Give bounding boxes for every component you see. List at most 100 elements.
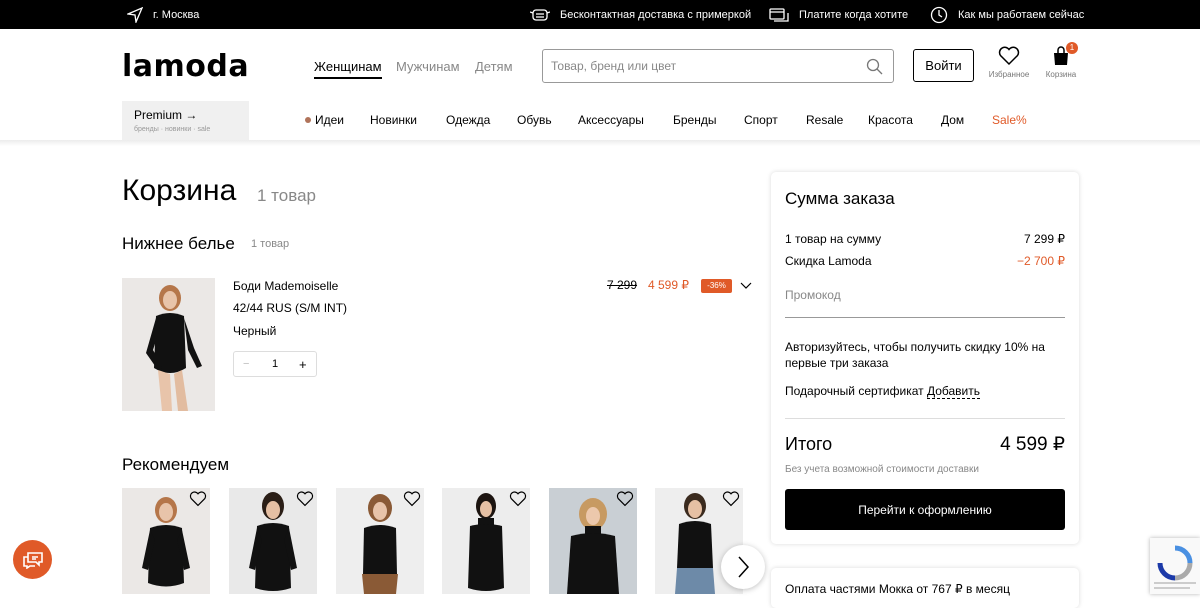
product-size: 42/44 RUS (S/M INT) <box>233 301 348 315</box>
heart-icon[interactable] <box>403 491 421 507</box>
gift-label: Подарочный сертификат <box>785 384 924 398</box>
promo-code-input[interactable]: Промокод <box>785 288 1065 318</box>
product-photo <box>122 278 215 411</box>
nav-ideas-label: Идеи <box>315 113 345 127</box>
section-item-count: 1 товар <box>251 238 290 250</box>
how-label: Как мы работаем сейчас <box>958 8 1085 21</box>
favorites-label: Избранное <box>988 70 1030 79</box>
recommend-card[interactable] <box>442 488 530 594</box>
recommend-card[interactable] <box>122 488 210 594</box>
search-placeholder: Товар, бренд или цвет <box>551 59 677 73</box>
summary-items-row: 1 товар на сумму 7 299 ₽ <box>785 232 1065 246</box>
product-color: Черный <box>233 324 277 338</box>
heart-icon[interactable] <box>509 491 527 507</box>
cart-button[interactable]: Корзина 1 <box>1036 42 1086 79</box>
recaptcha-badge[interactable] <box>1150 538 1200 594</box>
carousel-next-button[interactable] <box>721 545 765 589</box>
chat-button[interactable] <box>13 540 52 579</box>
nav-item-resale[interactable]: Resale <box>806 113 843 127</box>
mokka-panel[interactable]: Оплата частями Мокка от 767 ₽ в месяц <box>771 568 1079 608</box>
total-value: 4 599 ₽ <box>1000 434 1065 455</box>
chevron-down-icon[interactable] <box>740 282 752 290</box>
cart-count-badge: 1 <box>1066 42 1078 54</box>
delivery-info[interactable]: Бесконтактная доставка с примеркой <box>530 0 751 29</box>
nav-item-clothes[interactable]: Одежда <box>446 113 490 127</box>
divider <box>785 418 1065 419</box>
chat-icon <box>22 551 43 569</box>
favorites-button[interactable]: Избранное <box>984 46 1034 79</box>
items-value: 7 299 ₽ <box>1024 232 1065 246</box>
nav-item-brands[interactable]: Бренды <box>673 113 716 127</box>
logo[interactable]: lamoda <box>122 49 249 84</box>
recaptcha-icon <box>1154 545 1196 589</box>
discount-label: Скидка Lamoda <box>785 254 872 268</box>
items-label: 1 товар на сумму <box>785 232 882 246</box>
header-shadow <box>0 140 1200 146</box>
premium-subtitle: бренды · новинки · sale <box>134 126 211 133</box>
heart-icon <box>998 46 1020 66</box>
clock-icon <box>930 6 948 23</box>
nav-item-accessories[interactable]: Аксессуары <box>578 113 644 127</box>
nav-item-sale[interactable]: Sale% <box>992 113 1027 127</box>
city-selector[interactable]: г. Москва <box>127 0 199 29</box>
premium-title: Premium → <box>134 108 198 122</box>
auth-promo-text: Авторизуйтесь, чтобы получить скидку 10%… <box>785 340 1045 370</box>
nav-item-shoes[interactable]: Обувь <box>517 113 552 127</box>
nav-item-ideas[interactable]: Идеи <box>305 113 344 127</box>
heart-icon[interactable] <box>616 491 634 507</box>
recommend-card[interactable] <box>336 488 424 594</box>
premium-banner[interactable]: Premium → бренды · новинки · sale <box>122 101 249 141</box>
city-label: г. Москва <box>153 8 200 21</box>
delivery-note: Без учета возможной стоимости доставки <box>785 464 979 475</box>
discount-badge: -36% <box>701 279 732 293</box>
pay-info[interactable]: Платите когда хотите <box>769 0 908 29</box>
section-title: Нижнее белье <box>122 234 235 253</box>
recommend-title: Рекомендуем <box>122 455 230 474</box>
ideas-dot-icon <box>305 117 311 123</box>
plus-button[interactable]: + <box>299 357 307 372</box>
order-summary-panel: Сумма заказа 1 товар на сумму 7 299 ₽ Ск… <box>771 172 1079 544</box>
search-input[interactable]: Товар, бренд или цвет <box>542 49 894 83</box>
header: lamoda Женщинам Мужчинам Детям Товар, бр… <box>0 29 1200 141</box>
nav-item-home[interactable]: Дом <box>941 113 964 127</box>
payment-icon <box>769 7 789 22</box>
page-item-count: 1 товар <box>257 186 316 205</box>
top-bar: г. Москва Бесконтактная доставка с приме… <box>0 0 1200 29</box>
gift-add-link[interactable]: Добавить <box>926 384 981 399</box>
login-button[interactable]: Войти <box>913 49 974 82</box>
promo-placeholder: Промокод <box>785 288 841 302</box>
new-price: 4 599 ₽ <box>648 278 689 292</box>
product-name[interactable]: Боди Mademoiselle <box>233 279 338 293</box>
quantity-value: 1 <box>272 358 279 370</box>
gift-certificate-row: Подарочный сертификат Добавить <box>785 384 981 399</box>
summary-title: Сумма заказа <box>785 189 895 208</box>
chevron-right-icon <box>738 556 749 578</box>
recommend-card[interactable] <box>229 488 317 594</box>
checkout-button[interactable]: Перейти к оформлению <box>785 489 1065 530</box>
delivery-label: Бесконтактная доставка с примеркой <box>560 8 752 21</box>
tab-women[interactable]: Женщинам <box>314 59 382 79</box>
heart-icon[interactable] <box>189 491 207 507</box>
nav-item-sport[interactable]: Спорт <box>744 113 778 127</box>
mask-icon <box>530 8 550 21</box>
nav-item-beauty[interactable]: Красота <box>868 113 913 127</box>
cart-label: Корзина <box>1045 70 1077 79</box>
total-label: Итого <box>785 434 833 454</box>
search-icon[interactable] <box>866 58 883 75</box>
tab-men[interactable]: Мужчинам <box>396 59 460 74</box>
discount-value: −2 700 ₽ <box>1016 254 1065 268</box>
old-price: 7 299 <box>607 278 638 292</box>
quantity-stepper: − 1 + <box>233 351 317 377</box>
heart-icon[interactable] <box>722 491 740 507</box>
recommend-card[interactable] <box>549 488 637 594</box>
summary-discount-row: Скидка Lamoda −2 700 ₽ <box>785 254 1065 268</box>
tab-kids[interactable]: Детям <box>475 59 513 74</box>
minus-button[interactable]: − <box>243 358 249 370</box>
heart-icon[interactable] <box>296 491 314 507</box>
nav-item-new[interactable]: Новинки <box>370 113 417 127</box>
page-title: Корзина <box>122 174 237 207</box>
how-we-work-info[interactable]: Как мы работаем сейчас <box>930 0 1084 29</box>
pay-label: Платите когда хотите <box>799 8 909 21</box>
product-image[interactable] <box>122 278 215 411</box>
location-arrow-icon <box>127 6 143 23</box>
